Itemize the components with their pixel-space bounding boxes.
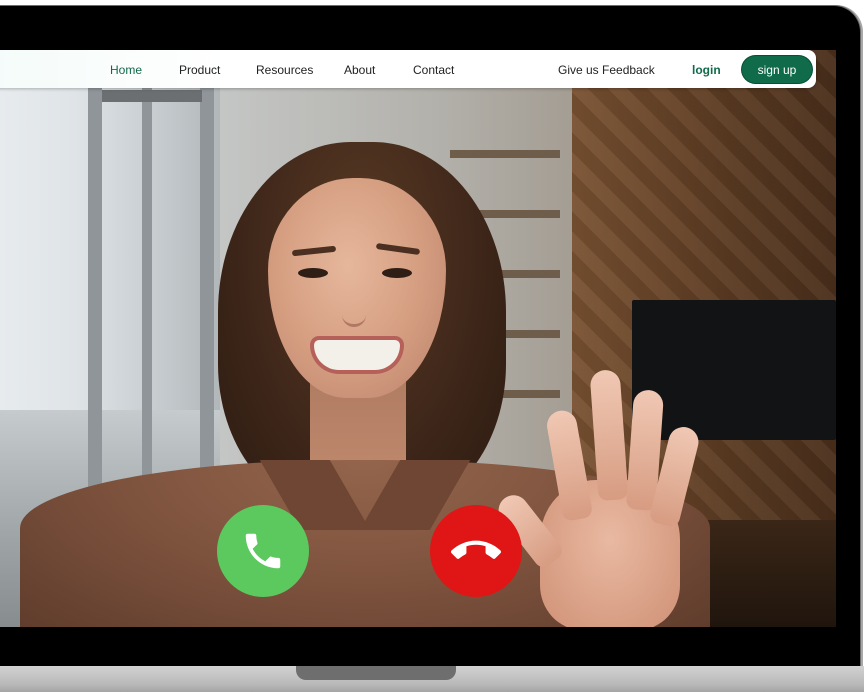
login-link[interactable]: login [692,63,721,77]
accept-call-button[interactable] [217,505,309,597]
feedback-link[interactable]: Give us Feedback [558,63,655,77]
eye [298,268,328,278]
nav-product[interactable]: Product [179,63,220,77]
video-feed [0,50,836,627]
laptop-notch [296,666,456,680]
nav-contact[interactable]: Contact [413,63,454,77]
nav-about[interactable]: About [344,63,375,77]
window-frame [102,90,202,102]
laptop-bezel: ı Home Product Resources About Contact G… [0,6,860,666]
nav-home[interactable]: Home [110,63,142,77]
waving-hand [492,369,702,627]
nose [342,282,366,327]
decline-call-button[interactable] [430,505,522,597]
nav-resources[interactable]: Resources [256,63,313,77]
logo-fragment: ı [0,61,2,75]
signup-button[interactable]: sign up [742,56,812,83]
shelf [450,150,560,158]
smile [314,340,400,370]
navbar: ı Home Product Resources About Contact G… [0,50,816,88]
phone-icon [245,533,281,569]
phone-hangup-icon [451,540,501,559]
video-call-screen: ı Home Product Resources About Contact G… [0,50,836,627]
eye [382,268,412,278]
